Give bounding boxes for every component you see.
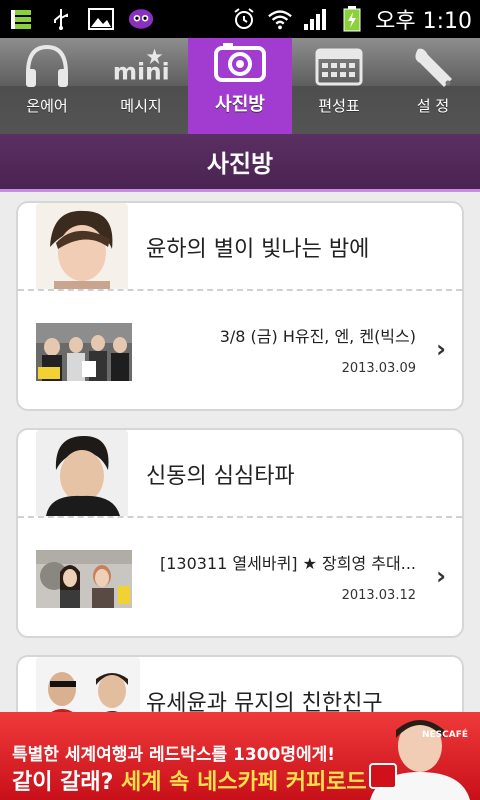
- usb-icon: [48, 6, 74, 32]
- gallery-icon: [88, 6, 114, 32]
- photo-entry-row[interactable]: [130311 열세바퀴] ★ 장희영 추대... 2013.03.12 ›: [18, 518, 462, 636]
- photo-entry-title: [130311 열세바퀴] ★ 장희영 추대...: [160, 554, 416, 573]
- program-card: 윤하의 별이 빛나는 밤에 3/8 (금) H유진, 엔, 켄(빅스) 2013…: [16, 201, 464, 411]
- tab-photo[interactable]: 사진방: [188, 38, 292, 134]
- photo-entry-date: 2013.03.09: [341, 361, 416, 376]
- ad-banner[interactable]: NESCAFÉ 특별한 세계여행과 레드박스를 1300명에게! 같이 갈래? …: [0, 712, 480, 800]
- photo-entry-title: 3/8 (금) H유진, 엔, 켄(빅스): [219, 327, 416, 346]
- host-thumbnail: [36, 203, 128, 289]
- photo-entry-date: 2013.03.12: [341, 588, 416, 603]
- chevron-right-icon: ›: [436, 562, 446, 590]
- photo-thumbnail: [36, 323, 132, 381]
- program-header[interactable]: 윤하의 별이 빛나는 밤에: [18, 203, 462, 291]
- ad-tagline-lead: 같이 갈래?: [12, 770, 122, 795]
- ad-brand-logo: NESCAFÉ: [421, 730, 468, 740]
- svg-text:mini: mini: [113, 59, 170, 86]
- program-photo-list[interactable]: 윤하의 별이 빛나는 밤에 3/8 (금) H유진, 엔, 켄(빅스) 2013…: [0, 195, 480, 725]
- clock-time: 오후 1:10: [375, 9, 472, 34]
- tab-message[interactable]: mini 메시지: [94, 38, 188, 134]
- status-bar: 오후 1:10: [0, 0, 480, 38]
- camera-icon: [210, 38, 270, 86]
- battery-charging-icon: [339, 6, 365, 32]
- signal-icon: [303, 6, 329, 32]
- ad-tagline: 같이 갈래? 세계 속 네스카페 커피로드: [12, 764, 367, 796]
- tab-settings[interactable]: 설 정: [386, 38, 480, 134]
- messenger-app-icon: [128, 6, 154, 32]
- host-thumbnail: [36, 430, 128, 516]
- chevron-right-icon: ›: [436, 335, 446, 363]
- ad-headline: 특별한 세계여행과 레드박스를 1300명에게!: [12, 745, 336, 765]
- mini-logo-icon: mini: [111, 41, 171, 91]
- app-list-icon: [8, 6, 34, 32]
- photo-thumbnail: [36, 550, 132, 608]
- tab-schedule[interactable]: 편성표: [292, 38, 386, 134]
- tab-onair[interactable]: 온에어: [0, 38, 94, 134]
- ad-tagline-highlight: 세계 속 네스카페 커피로드: [121, 770, 367, 795]
- main-tab-bar: 온에어 mini 메시지 사진방 편성표 설 정: [0, 38, 480, 134]
- program-card: 신동의 심심타파 [130311 열세바퀴] ★ 장희영 추대... 2013.…: [16, 428, 464, 638]
- headphones-icon: [17, 41, 77, 91]
- program-title: 윤하의 별이 빛나는 밤에: [146, 237, 370, 262]
- program-title: 신동의 심심타파: [146, 464, 295, 489]
- page-title: 사진방: [206, 150, 274, 178]
- wrench-icon: [403, 41, 463, 91]
- photo-entry-row[interactable]: 3/8 (금) H유진, 엔, 켄(빅스) 2013.03.09 ›: [18, 291, 462, 409]
- page-title-bar: 사진방: [0, 134, 480, 192]
- alarm-icon: [231, 6, 257, 32]
- program-header[interactable]: 신동의 심심타파: [18, 430, 462, 518]
- calendar-icon: [309, 41, 369, 91]
- wifi-icon: [267, 6, 293, 32]
